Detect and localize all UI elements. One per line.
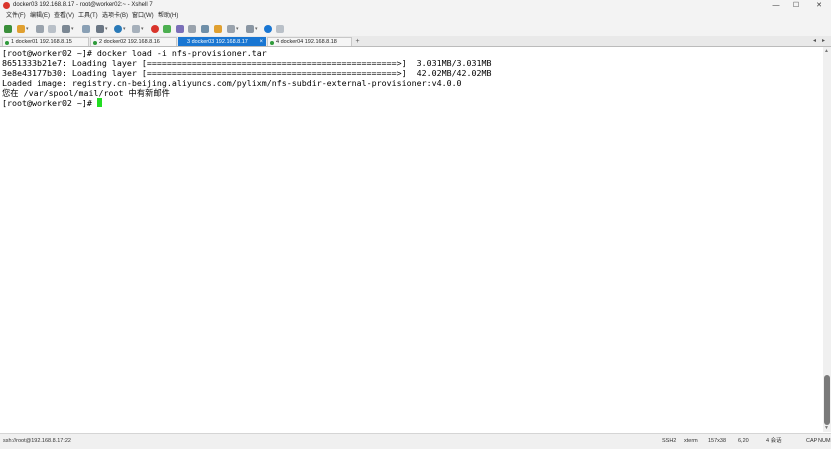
open-folder-icon[interactable] [17, 25, 25, 33]
terminal-size-status: 157x38 [708, 438, 727, 444]
status-bar: ssh://root@192.168.8.17:22 SSH2 xterm 15… [0, 433, 831, 449]
tab-docker04[interactable]: 4 docker04 192.168.8.18 [267, 37, 352, 46]
tile-icon[interactable] [227, 25, 235, 33]
tab-label: 4 docker04 192.168.8.18 [276, 39, 337, 45]
menu-help[interactable]: 帮助(H) [158, 12, 178, 21]
scrollbar-thumb[interactable] [824, 375, 830, 425]
reconnect-icon[interactable] [36, 25, 44, 33]
menu-window[interactable]: 窗口(W) [132, 12, 154, 21]
tab-label: 3 docker03 192.168.8.17 [187, 39, 248, 45]
minimize-button[interactable]: — [769, 0, 783, 11]
terminal-prompt-line: [root@worker02 ~]# [2, 98, 102, 108]
new-tab-button[interactable]: + [353, 37, 362, 46]
lock-icon[interactable] [201, 25, 209, 33]
xftp-icon[interactable] [151, 25, 159, 33]
menu-file[interactable]: 文件(F) [6, 12, 26, 21]
cursor-position-status: 6,20 [738, 438, 749, 444]
protocol-status: SSH2 [662, 438, 677, 444]
menu-edit[interactable]: 编辑(E) [30, 12, 50, 21]
transfer-icon[interactable] [163, 25, 171, 33]
tab-docker03[interactable]: 3 docker03 192.168.8.17 × [178, 37, 266, 46]
keyboard-icon[interactable] [188, 25, 196, 33]
chevron-down-icon[interactable]: ▾ [255, 26, 258, 32]
chevron-down-icon[interactable]: ▾ [236, 26, 239, 32]
toolbar: ▾ ▾ ▾ ▾ ▾ ▾ ▾ [0, 22, 831, 37]
scroll-up-icon[interactable]: ▲ [824, 48, 829, 54]
chevron-down-icon[interactable]: ▾ [105, 26, 108, 32]
disconnect-icon[interactable] [48, 25, 56, 33]
online-status-icon [5, 41, 9, 45]
tab-next-icon[interactable]: ▸ [822, 37, 825, 46]
scroll-down-icon[interactable]: ▼ [824, 425, 829, 431]
terminal-line: Loaded image: registry.cn-beijing.aliyun… [2, 78, 462, 88]
terminal-line: 8651333b21e7: Loading layer [===========… [2, 58, 492, 68]
new-session-icon[interactable] [4, 25, 12, 33]
chevron-down-icon[interactable]: ▾ [123, 26, 126, 32]
globe-icon[interactable] [114, 25, 122, 33]
comment-icon[interactable] [276, 25, 284, 33]
terminal-line: [root@worker02 ~]# docker load -i nfs-pr… [2, 48, 267, 58]
window-title: docker03 192.168.8.17 - root@worker02:~ … [13, 2, 153, 8]
tab-prev-icon[interactable]: ◂ [813, 37, 816, 46]
online-status-icon [270, 41, 274, 45]
menu-tools[interactable]: 工具(T) [78, 12, 98, 21]
close-tab-icon[interactable]: × [259, 38, 263, 46]
session-tab-bar: 1 docker01 192.168.8.15 2 docker02 192.1… [0, 36, 831, 47]
terminal-cursor [96, 98, 102, 107]
caps-lock-indicator: CAP [806, 438, 818, 444]
script-icon[interactable] [176, 25, 184, 33]
title-bar: docker03 192.168.8.17 - root@worker02:~ … [0, 0, 831, 11]
menu-tabs[interactable]: 选项卡(B) [102, 12, 128, 21]
properties-icon[interactable] [62, 25, 70, 33]
menu-view[interactable]: 查看(V) [54, 12, 74, 21]
terminal-type-status: xterm [684, 438, 698, 444]
xshell-logo-icon [3, 2, 10, 9]
maximize-button[interactable]: ☐ [789, 0, 803, 11]
session-count-status: 4 会话 [766, 438, 782, 444]
font-icon[interactable] [132, 25, 140, 33]
vertical-scrollbar[interactable]: ▲ ▼ [823, 47, 831, 432]
online-status-icon [93, 41, 97, 45]
close-button[interactable]: ✕ [812, 0, 826, 11]
tab-docker01[interactable]: 1 docker01 192.168.8.15 [2, 37, 89, 46]
find-icon[interactable] [82, 25, 90, 33]
terminal-area[interactable]: [root@worker02 ~]# docker load -i nfs-pr… [0, 47, 823, 432]
layout-icon[interactable] [246, 25, 254, 33]
compose-icon[interactable] [214, 25, 222, 33]
terminal-prompt: [root@worker02 ~]# [2, 98, 97, 108]
terminal-line: 3e8e43177b30: Loading layer [===========… [2, 68, 492, 78]
tab-docker02[interactable]: 2 docker02 192.168.8.16 [90, 37, 177, 46]
help-icon[interactable] [264, 25, 272, 33]
print-icon[interactable] [96, 25, 104, 33]
chevron-down-icon[interactable]: ▾ [71, 26, 74, 32]
num-lock-indicator: NUM [818, 438, 831, 444]
chevron-down-icon[interactable]: ▾ [26, 26, 29, 32]
terminal-line: 您在 /var/spool/mail/root 中有新邮件 [2, 88, 170, 98]
chevron-down-icon[interactable]: ▾ [141, 26, 144, 32]
connection-address: ssh://root@192.168.8.17:22 [3, 438, 71, 444]
menu-bar: 文件(F) 编辑(E) 查看(V) 工具(T) 选项卡(B) 窗口(W) 帮助(… [0, 11, 831, 22]
tab-label: 2 docker02 192.168.8.16 [99, 39, 160, 45]
tab-label: 1 docker01 192.168.8.15 [11, 39, 72, 45]
